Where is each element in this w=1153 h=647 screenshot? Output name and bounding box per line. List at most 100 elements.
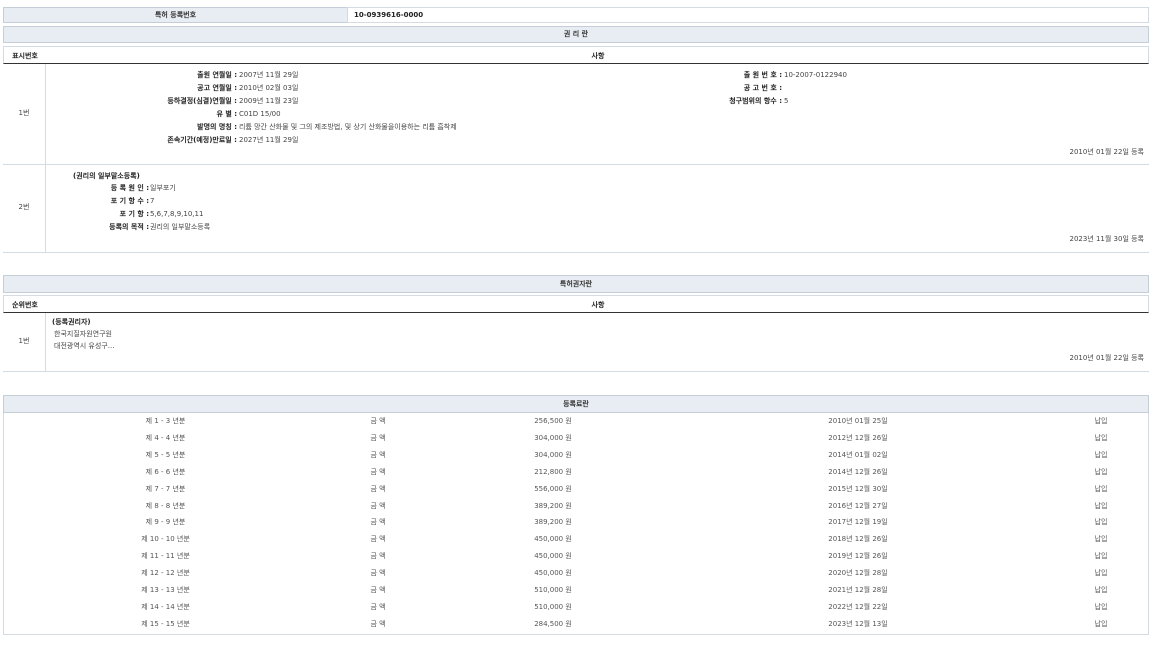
fee-amount: 389,200 원 [478,514,628,531]
fee-period: 제 8 - 8 년분 [3,498,328,515]
owners-col-num: 순위번호 [4,300,46,310]
owner-name: 한국지질자원연구원 [54,329,112,339]
fee-amount: 510,000 원 [478,582,628,599]
fee-amount-label: 금 액 [328,413,428,430]
rights-field-waived-count: 포 기 항 수 : 7 [3,195,403,207]
rights-entry-1: 1번 출원 연월일 : 2007년 11월 29일 공고 연월일 : 2010년… [3,64,1149,165]
rights-field-waived-claims: 포 기 항 : 5,6,7,8,9,10,11 [3,208,403,220]
fee-paid-date: 2022년 12월 22일 [783,599,933,616]
fee-paid-date: 2010년 01월 25일 [783,413,933,430]
fee-amount-label: 금 액 [328,464,428,481]
fee-paid-date: 2023년 12월 13일 [783,616,933,633]
rights-header-row: 표시번호 사항 [3,46,1149,64]
rights-entry-1-date: 2010년 01월 22일 등록 [1069,147,1144,157]
fee-status: 납입 [1051,531,1151,548]
fee-paid-date: 2016년 12월 27일 [783,498,933,515]
fee-row: 제 15 - 15 년분금 액 284,500 원 2023년 12월 13일 납입 [3,616,1149,633]
rights-field-classification: 유 별 : C01D 15/00 [3,108,703,120]
fee-paid-date: 2014년 12월 26일 [783,464,933,481]
fee-row: 제 11 - 11 년분금 액450,000 원2019년 12월 26일납입 [3,548,1149,565]
rights-field-publication-number: 공 고 번 호 : [603,82,1003,94]
fee-period: 제 15 - 15 년분 [3,616,328,633]
fee-amount-label: 금 액 [328,599,428,616]
fee-amount: 304,000 원 [478,430,628,447]
owner-address: 대전광역시 유성구... [54,341,114,351]
patent-number-label-cell: 특허 등록번호 [3,7,348,23]
rights-section-title: 권 리 란 [3,26,1149,43]
fee-amount: 304,000 원 [478,447,628,464]
patent-number-value: 10-0939616-0000 [354,11,423,19]
owners-col-desc: 사항 [46,300,1150,310]
rights-field-claims-count: 청구범위의 항수 : 5 [603,95,1003,107]
fee-status: 납입 [1051,514,1151,531]
fee-status: 납입 [1051,447,1151,464]
fee-paid-date: 2021년 12월 28일 [783,582,933,599]
fee-amount-label: 금 액 [328,430,428,447]
fee-period: 제 6 - 6 년분 [3,464,328,481]
rights-field-application-number: 출 원 번 호 : 10-2007-0122940 [603,69,1003,81]
fee-amount-label: 금 액 [328,565,428,582]
rights-entry-2-date: 2023년 11월 30일 등록 [1069,234,1144,244]
owners-entry-1-num: 1번 [3,336,45,346]
fee-period: 제 4 - 4 년분 [3,430,328,447]
fee-row: 제 1 - 3 년분금 액256,500 원2010년 01월 25일납입 [3,413,1149,430]
fee-paid-date: 2015년 12월 30일 [783,481,933,498]
owners-entry-1: 1번 (등록권리자) 한국지질자원연구원 대전광역시 유성구... 2010년 … [3,313,1149,372]
rights-col-desc: 사항 [46,51,1150,61]
fee-amount-label: 금 액 [328,616,428,633]
fee-row: 제 12 - 12 년분금 액450,000 원2020년 12월 28일납입 [3,565,1149,582]
fee-status: 납입 [1051,498,1151,515]
fee-amount: 450,000 원 [478,548,628,565]
fee-status: 납입 [1051,616,1151,633]
fee-amount: 510,000 원 [478,599,628,616]
fee-period: 제 12 - 12 년분 [3,565,328,582]
rights-entry-2-heading: (권리의 일부말소등록) [73,171,140,181]
owners-section-title: 특허권자란 [3,275,1149,293]
fee-amount-label: 금 액 [328,447,428,464]
fee-period: 제 10 - 10 년분 [3,531,328,548]
rights-field-registration-purpose: 등록의 목적 : 권리의 일부말소등록 [3,221,403,233]
fee-status: 납입 [1051,464,1151,481]
fee-row: 제 7 - 7 년분금 액556,000 원2015년 12월 30일납입 [3,481,1149,498]
fee-amount-label: 금 액 [328,514,428,531]
fee-amount: 256,500 원 [478,413,628,430]
fee-status: 납입 [1051,582,1151,599]
rights-field-decision-date: 등하결정(심결)연월일 : 2009년 11월 23일 [3,95,703,107]
fee-status: 납입 [1051,599,1151,616]
rights-field-filing-date: 출원 연월일 : 2007년 11월 29일 [3,69,703,81]
fee-paid-date: 2018년 12월 26일 [783,531,933,548]
rights-field-invention-title: 발명의 명칭 : 리튬 망간 산화물 및 그의 제조방법, 및 상기 산화물을이… [3,121,703,133]
fee-amount: 212,800 원 [478,464,628,481]
fee-amount: 389,200 원 [478,498,628,515]
fee-amount-label: 금 액 [328,582,428,599]
rights-field-publication-date: 공고 연월일 : 2010년 02월 03일 [3,82,703,94]
fee-amount: 284,500 원 [478,616,628,633]
patent-number-value-cell: 10-0939616-0000 [347,7,1149,23]
fee-paid-date: 2019년 12월 26일 [783,548,933,565]
fee-status: 납입 [1051,413,1151,430]
owners-entry-1-date: 2010년 01월 22일 등록 [1069,353,1144,363]
fee-period: 제 14 - 14 년분 [3,599,328,616]
fee-period: 제 5 - 5 년분 [3,447,328,464]
fee-row: 제 5 - 5 년분금 액 304,000 원 2014년 01월 02일 납입 [3,447,1149,464]
owners-header-row: 순위번호 사항 [3,295,1149,313]
fee-amount-label: 금 액 [328,548,428,565]
fee-row: 제 10 - 10 년분금 액450,000 원2018년 12월 26일납입 [3,531,1149,548]
fee-row: 제 4 - 4 년분금 액304,000 원2012년 12월 26일납입 [3,430,1149,447]
rights-entry-2: 2번 (권리의 일부말소등록) 등 록 원 인 : 일부포기 포 기 항 수 :… [3,164,1149,253]
fee-status: 납입 [1051,548,1151,565]
fee-paid-date: 2017년 12월 19일 [783,514,933,531]
fee-paid-date: 2020년 12월 28일 [783,565,933,582]
fee-paid-date: 2012년 12월 26일 [783,430,933,447]
fee-period: 제 13 - 13 년분 [3,582,328,599]
fee-paid-date: 2014년 01월 02일 [783,447,933,464]
fee-row: 제 9 - 9 년분금 액 389,200 원 2017년 12월 19일 납입 [3,514,1149,531]
rights-col-num: 표시번호 [4,51,46,61]
fee-row: 제 8 - 8 년분금 액389,200 원2016년 12월 27일납입 [3,498,1149,515]
fee-row: 제 13 - 13 년분금 액 510,000 원 2021년 12월 28일 납입 [3,582,1149,599]
patent-number-label: 특허 등록번호 [155,11,196,19]
fee-amount: 556,000 원 [478,481,628,498]
owners-entry-1-heading: (등록권리자) [52,317,91,327]
fee-period: 제 9 - 9 년분 [3,514,328,531]
rights-field-expiry-date: 존속기간(예정)만료일 : 2027년 11월 29일 [3,134,703,146]
